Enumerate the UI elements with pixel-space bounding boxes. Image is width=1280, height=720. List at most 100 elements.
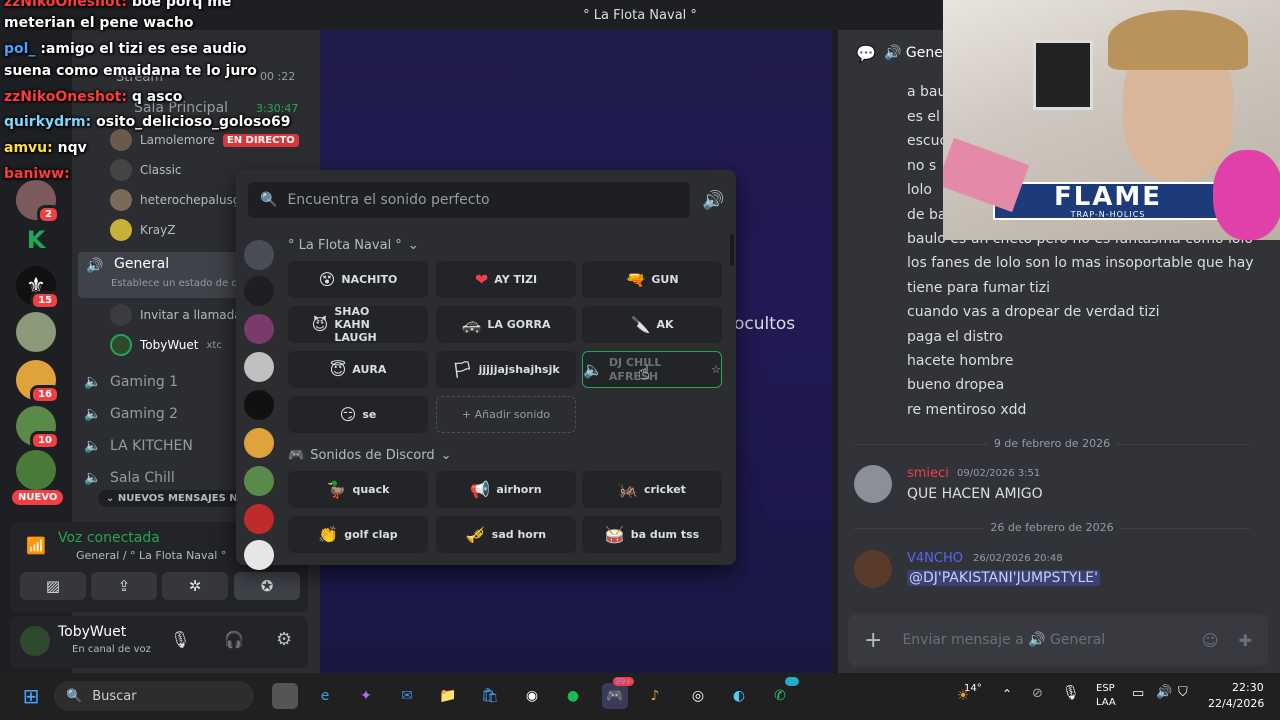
outlook-icon[interactable]: ✉ bbox=[394, 683, 420, 709]
star-favorite-icon[interactable]: ☆ bbox=[711, 363, 721, 376]
message-text: QUE HACEN AMIGO bbox=[907, 486, 1043, 502]
taskbar-search[interactable]: 🔍 Buscar bbox=[54, 681, 254, 711]
voice-user[interactable]: Lamolemore EN DIRECTO bbox=[110, 127, 299, 153]
invite-to-call[interactable]: Invitar a llamada bbox=[110, 302, 242, 328]
sound-button[interactable]: ❤ AY TIZI bbox=[436, 261, 576, 298]
server-icon[interactable] bbox=[244, 314, 274, 344]
server-icon[interactable] bbox=[244, 352, 274, 382]
sound-button[interactable]: 🔫 GUN bbox=[582, 261, 722, 298]
poster-image bbox=[1033, 40, 1093, 110]
server-icon[interactable] bbox=[244, 504, 274, 534]
server-icon[interactable]: 10 bbox=[16, 406, 60, 450]
message-input[interactable]: + Enviar mensaje a 🔊 General ☺ ✚ bbox=[848, 614, 1268, 666]
sound-button[interactable]: 📢 airhorn bbox=[436, 471, 576, 508]
server-icon[interactable]: ⚜ 15 bbox=[16, 266, 60, 310]
fl-studio-icon[interactable]: ♪ bbox=[642, 683, 668, 709]
camera-off-button[interactable]: ▨ bbox=[20, 572, 86, 600]
voice-user[interactable]: TobyWuet xtc bbox=[110, 332, 222, 358]
server-icon[interactable] bbox=[244, 428, 274, 458]
discord-taskbar-icon[interactable]: 🎮 99+ bbox=[602, 677, 634, 709]
soundboard-button[interactable]: ✪ bbox=[234, 572, 300, 600]
server-icon[interactable]: 16 bbox=[16, 360, 60, 404]
server-icon[interactable] bbox=[244, 390, 274, 420]
message-author[interactable]: V4NCHO bbox=[907, 551, 963, 566]
screen-share-button[interactable]: ⇪ bbox=[91, 572, 157, 600]
whatsapp-icon[interactable]: ✆ 19 bbox=[767, 677, 799, 709]
sound-search-input[interactable]: 🔍 Encuentra el sonido perfecto bbox=[248, 182, 690, 218]
chat-bubble-icon[interactable]: 💬 bbox=[856, 44, 876, 63]
avatar bbox=[110, 189, 132, 211]
volume-icon[interactable]: 🔊 bbox=[702, 190, 724, 211]
clock-date[interactable]: 22/4/2026 bbox=[1208, 697, 1264, 710]
add-attachment-icon[interactable]: + bbox=[864, 628, 882, 653]
user-mention[interactable]: @DJ'PAKISTANI'JUMPSTYLE' bbox=[907, 570, 1100, 586]
voice-user[interactable]: Classic bbox=[110, 157, 182, 183]
voice-user[interactable]: KrayZ bbox=[110, 217, 175, 243]
sound-button[interactable]: 🔪 AK bbox=[582, 306, 722, 343]
avatar[interactable] bbox=[854, 550, 892, 588]
server-icon[interactable] bbox=[244, 540, 274, 570]
sound-button[interactable]: 😵 NACHITO bbox=[288, 261, 428, 298]
chrome-icon[interactable]: ◉ bbox=[519, 683, 545, 709]
sound-button[interactable]: 🎺 sad horn bbox=[436, 516, 576, 553]
volume-icon[interactable]: 🔊 bbox=[1156, 685, 1172, 700]
headphones-icon[interactable]: 🎧 bbox=[224, 630, 244, 649]
avatar[interactable] bbox=[20, 626, 50, 656]
spotify-icon[interactable]: ● bbox=[560, 683, 586, 709]
browser-icon[interactable]: ◐ bbox=[726, 683, 752, 709]
server-icon[interactable] bbox=[244, 240, 274, 270]
new-messages-pill[interactable]: ⌄ NUEVOS MENSAJES N bbox=[98, 490, 246, 507]
discord-icon[interactable] bbox=[244, 276, 274, 306]
sound-button[interactable]: 🥁 ba dum tss bbox=[582, 516, 722, 553]
sound-button[interactable]: 🦗 cricket bbox=[582, 471, 722, 508]
server-icon[interactable] bbox=[16, 312, 56, 352]
sound-button[interactable]: 👏 golf clap bbox=[288, 516, 428, 553]
add-sound-button[interactable]: + Añadir sonido bbox=[436, 396, 576, 433]
language-code[interactable]: ESP bbox=[1096, 683, 1115, 694]
settings-gear-icon[interactable]: ⚙ bbox=[276, 629, 292, 650]
avatar[interactable] bbox=[854, 465, 892, 503]
channel-sala-principal[interactable]: Sala Principal bbox=[134, 100, 228, 116]
sound-button[interactable]: 🏳 jjjjjajshajhsjk bbox=[436, 351, 576, 388]
server-icon[interactable]: K bbox=[16, 220, 56, 260]
channel-status[interactable]: Establece un estado de ca bbox=[111, 278, 243, 289]
task-view-icon[interactable] bbox=[272, 683, 298, 709]
clock-time[interactable]: 22:30 bbox=[1232, 681, 1264, 694]
sound-button[interactable]: 😏 se bbox=[288, 396, 428, 433]
apps-icon[interactable]: ✚ bbox=[1239, 631, 1252, 650]
display-icon[interactable]: ▭ bbox=[1132, 686, 1144, 701]
server-icon[interactable] bbox=[244, 466, 274, 496]
voice-user[interactable]: heterochepalusg bbox=[110, 187, 240, 213]
file-explorer-icon[interactable]: 📁 bbox=[435, 683, 461, 709]
keyboard-layout[interactable]: LAA bbox=[1096, 697, 1116, 708]
server-icon[interactable]: 2 bbox=[16, 180, 60, 224]
message-timestamp: 26/02/2026 20:48 bbox=[973, 553, 1063, 564]
tray-chevron-icon[interactable]: ⌃ bbox=[1002, 687, 1012, 701]
user-panel: TobyWuet En canal de voz 🎙 🎧 ⚙ bbox=[10, 616, 308, 668]
obs-icon[interactable]: ◎ bbox=[685, 683, 711, 709]
sound-button[interactable]: 😈 SHAO KAHN LAUGH bbox=[288, 305, 428, 344]
sound-button[interactable]: 🚓 LA GORRA bbox=[436, 306, 576, 343]
message-author[interactable]: smieci bbox=[907, 466, 949, 481]
emoji-icon[interactable]: ☺ bbox=[1202, 631, 1219, 650]
sound-button-selected[interactable]: 🔈 DJ CHILL AFRESH ☆ bbox=[582, 351, 722, 388]
section-header[interactable]: 🎮 Sonidos de Discord ⌄ bbox=[288, 448, 452, 463]
notification-shield-icon[interactable]: ⛉ bbox=[1178, 685, 1188, 700]
activities-button[interactable]: ✲ bbox=[162, 572, 228, 600]
flame-banner: FLAME TRAP-N-HOLICS bbox=[993, 182, 1223, 220]
section-header[interactable]: ° La Flota Naval ° ⌄ bbox=[288, 238, 419, 253]
hidden-icons-icon[interactable]: ⊘ bbox=[1032, 686, 1043, 701]
store-icon[interactable]: 🛍 bbox=[477, 683, 503, 709]
scrollbar[interactable] bbox=[730, 234, 734, 266]
microphone-icon[interactable]: 🎙 bbox=[170, 630, 190, 649]
voice-location[interactable]: General / ° La Flota Naval ° bbox=[76, 549, 226, 562]
edge-icon[interactable]: e bbox=[312, 683, 338, 709]
mic-tray-icon[interactable]: 🎙 bbox=[1062, 685, 1080, 701]
new-servers-pill[interactable]: NUEVO bbox=[12, 490, 64, 505]
copilot-icon[interactable]: ✦ bbox=[353, 683, 379, 709]
voice-status[interactable]: Voz conectada bbox=[58, 530, 160, 546]
sound-button[interactable]: 🦆 quack bbox=[288, 471, 428, 508]
server-icon[interactable] bbox=[16, 450, 56, 490]
windows-start-icon[interactable]: ⊞ bbox=[18, 683, 44, 709]
sound-button[interactable]: 😇 AURA bbox=[288, 351, 428, 388]
